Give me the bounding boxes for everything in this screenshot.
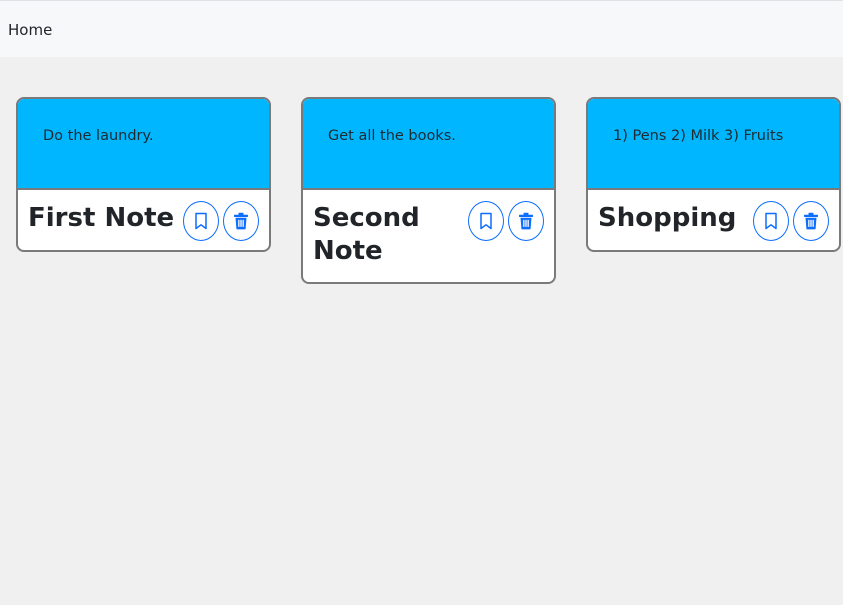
delete-button[interactable] xyxy=(508,201,544,241)
nav-home-link[interactable]: Home xyxy=(8,20,52,40)
note-card: Get all the books. Second Note xyxy=(301,97,556,284)
top-navbar: Home xyxy=(0,0,843,57)
delete-button[interactable] xyxy=(793,201,829,241)
bookmark-button[interactable] xyxy=(183,201,219,241)
note-title: First Note xyxy=(28,203,175,233)
delete-button[interactable] xyxy=(223,201,259,241)
bookmark-button[interactable] xyxy=(753,201,789,241)
note-card-header: 1) Pens 2) Milk 3) Fruits xyxy=(588,99,839,190)
note-title: Second Note xyxy=(313,203,420,266)
bookmark-icon xyxy=(480,212,492,230)
note-title: Shopping xyxy=(598,203,737,233)
note-card-footer: Second Note xyxy=(303,190,554,282)
trash-icon xyxy=(519,212,533,230)
note-text: Get all the books. xyxy=(328,128,456,144)
note-card: Do the laundry. First Note xyxy=(16,97,271,252)
note-card-header: Get all the books. xyxy=(303,99,554,190)
trash-icon xyxy=(234,212,248,230)
note-card-footer: Shopping xyxy=(588,190,839,250)
bookmark-button[interactable] xyxy=(468,201,504,241)
note-text: 1) Pens 2) Milk 3) Fruits xyxy=(613,128,784,144)
bookmark-icon xyxy=(765,212,777,230)
bookmark-icon xyxy=(195,212,207,230)
note-card-header: Do the laundry. xyxy=(18,99,269,190)
note-text: Do the laundry. xyxy=(43,128,154,144)
trash-icon xyxy=(804,212,818,230)
note-card-footer: First Note xyxy=(18,190,269,250)
note-card: 1) Pens 2) Milk 3) Fruits Shopping xyxy=(586,97,841,252)
